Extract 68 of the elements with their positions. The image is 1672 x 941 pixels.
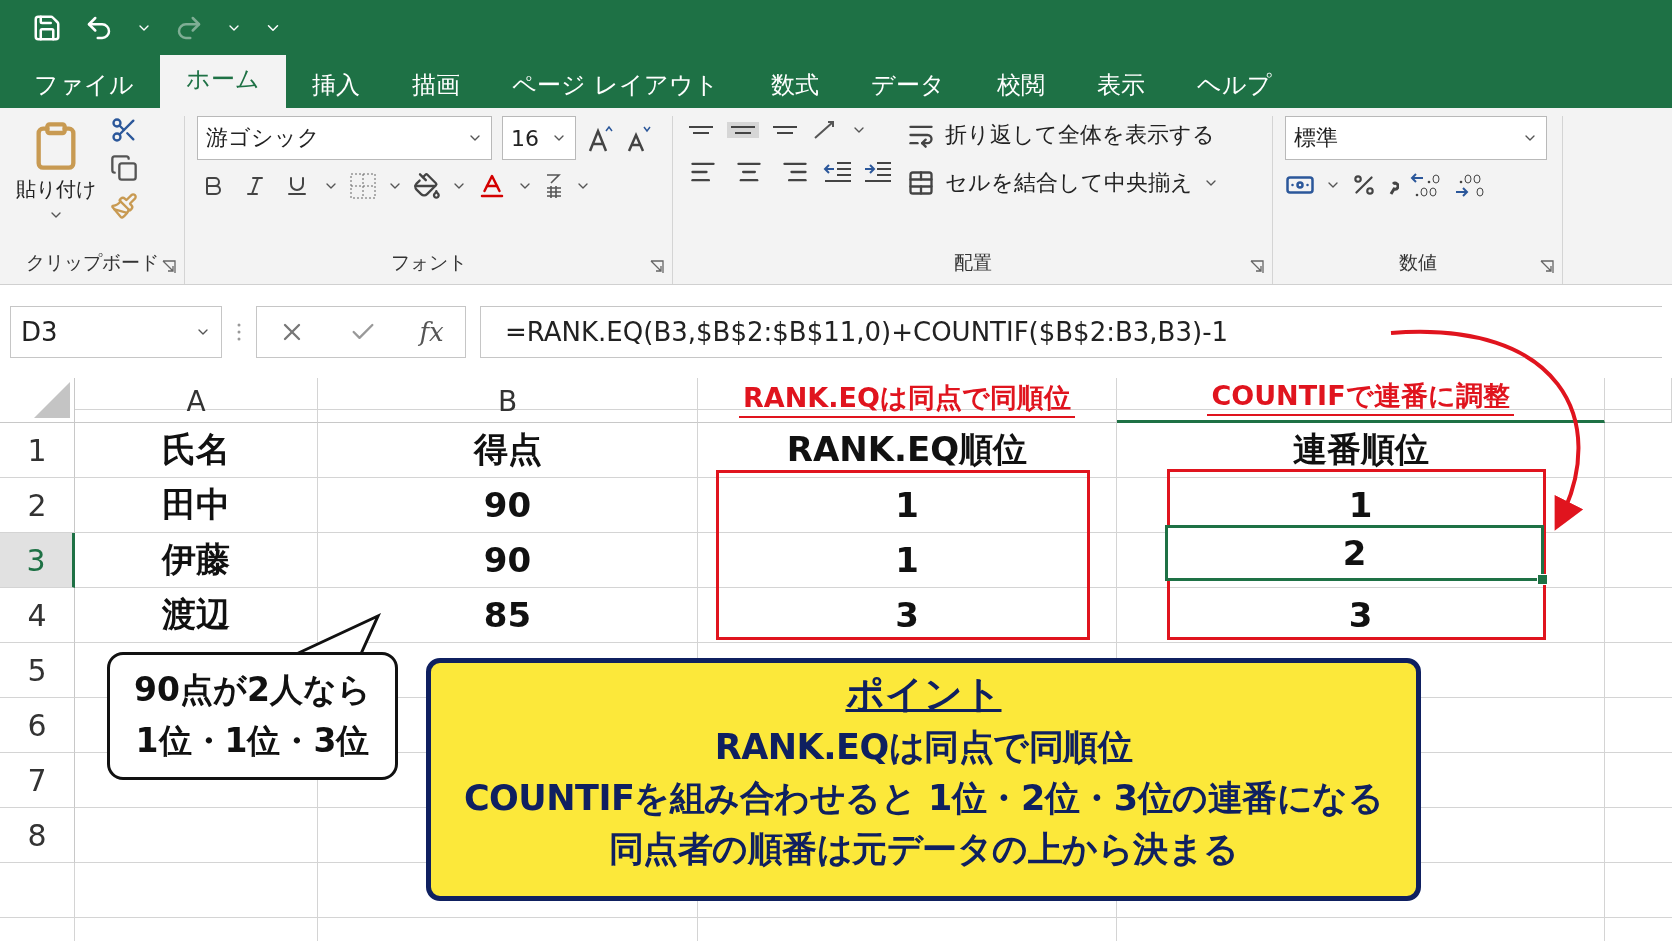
increase-font-icon[interactable] [586, 123, 614, 153]
column-annotation: RANK.EQは同点で同順位 [739, 380, 1075, 418]
column-header[interactable]: COUNTIFで連番に調整 [1117, 378, 1605, 423]
table-cell: 1 [698, 533, 1117, 588]
formula-field[interactable]: =RANK.EQ(B3,$B$2:$B$11,0)+COUNTIF($B$2:B3,B3)-1 [480, 305, 1662, 358]
table-cell: 1 [698, 478, 1117, 533]
ribbon-tab[interactable]: 校閲 [970, 62, 1071, 108]
ribbon-tab[interactable]: 表示 [1070, 62, 1171, 108]
insert-function-button[interactable]: fx [419, 316, 444, 347]
ribbon-tab[interactable]: 描画 [386, 62, 486, 108]
merge-cells-icon [907, 169, 935, 197]
name-box[interactable]: D3 [10, 305, 222, 358]
bubble-text: 90点が2人なら [134, 669, 371, 711]
dialog-launcher-icon[interactable] [1540, 260, 1554, 274]
align-middle-icon [731, 126, 755, 134]
column-letter: B [497, 385, 518, 418]
copy-icon[interactable] [110, 154, 138, 182]
dialog-launcher-icon[interactable] [162, 260, 176, 274]
column-letter: A [186, 385, 206, 418]
dialog-launcher-icon[interactable] [1250, 260, 1264, 274]
group-label: 配置 [953, 250, 992, 275]
table-cell: 得点 [318, 423, 698, 478]
align-bottom-icon [773, 126, 797, 134]
table-cell: 3 [698, 588, 1117, 643]
ribbon-tab[interactable]: ページ レイアウト [486, 62, 745, 108]
font-size-field[interactable]: 16 [502, 116, 576, 160]
number-format-field[interactable]: 標準 [1285, 116, 1547, 160]
font-name-field[interactable]: 游ゴシック [197, 116, 492, 160]
callout-text: RANK.EQは同点で同順位 [714, 726, 1133, 769]
fill-handle[interactable] [1537, 574, 1548, 585]
fill-color-icon[interactable] [413, 172, 441, 200]
underline-icon [285, 174, 309, 198]
group-label: クリップボード [25, 250, 159, 275]
wrap-text-button[interactable]: 折り返して全体を表示する [903, 116, 1223, 154]
group-label: 数値 [1398, 250, 1437, 275]
bubble-text: 1位・1位・3位 [135, 720, 370, 762]
column-header[interactable]: B [318, 378, 698, 423]
table-cell: 3 [1117, 588, 1605, 643]
callout-title: ポイント [845, 671, 1002, 718]
table-cell: 90 [318, 478, 698, 533]
group-label: フォント [390, 250, 467, 275]
ribbon-tab[interactable]: ファイル [8, 62, 160, 108]
callout-text: 同点者の順番は元データの上から決まる [608, 828, 1239, 871]
corner-triangle-icon [34, 382, 70, 418]
column-header[interactable]: A [75, 378, 318, 423]
dialog-launcher-icon[interactable] [650, 260, 664, 274]
table-cell: RANK.EQ順位 [698, 423, 1117, 478]
table-cell: 渡辺 [75, 588, 318, 643]
ribbon-tab[interactable]: ホーム [160, 55, 286, 108]
align-top-icon [689, 126, 713, 134]
merge-center-button[interactable]: セルを結合して中央揃え [903, 164, 1223, 202]
ribbon-tab[interactable]: 数式 [744, 62, 845, 108]
ribbon-tab[interactable]: 挿入 [286, 62, 386, 108]
paste-button[interactable]: 貼り付け [12, 116, 100, 250]
table-cell: 氏名 [75, 423, 318, 478]
column-header[interactable]: RANK.EQは同点で同順位 [698, 378, 1117, 423]
table-cell: 90 [318, 533, 698, 588]
table-cell: 田中 [75, 478, 318, 533]
percent-icon[interactable] [1351, 172, 1377, 198]
align-middle-button[interactable] [727, 122, 759, 138]
ribbon-tab[interactable]: データ [844, 62, 971, 108]
table-cell: 伊藤 [75, 533, 318, 588]
ribbon-tab[interactable]: ヘルプ [1170, 62, 1298, 108]
callout-text: COUNTIFを組み合わせると 1位・2位・3位の連番になる [463, 777, 1384, 820]
column-annotation: COUNTIFで連番に調整 [1207, 378, 1514, 416]
table-cell: 連番順位 [1117, 423, 1605, 478]
row-header[interactable]: 3 [0, 533, 75, 588]
increase-decimal-icon[interactable] [1409, 170, 1443, 200]
